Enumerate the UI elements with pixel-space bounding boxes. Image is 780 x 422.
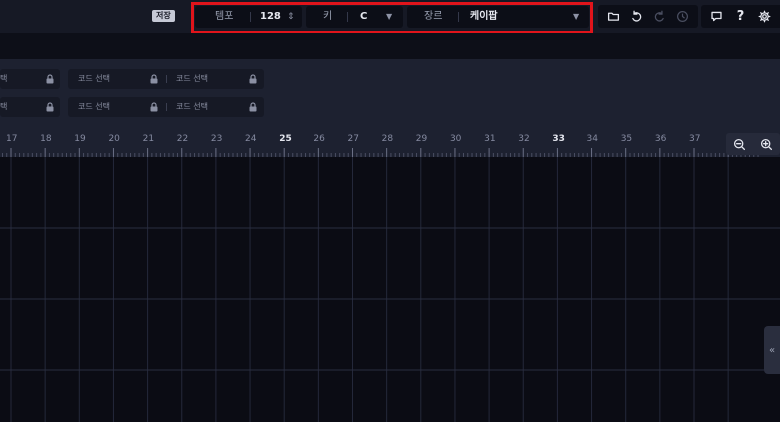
track-header-strip: [0, 33, 780, 59]
history-icon[interactable]: [675, 9, 691, 25]
piano-roll-grid[interactable]: [0, 157, 780, 422]
ruler-bar-number: 34: [586, 134, 598, 144]
ruler-bar-number: 29: [415, 134, 428, 144]
chord-slot-label: 코드 선택: [176, 74, 208, 83]
zoom-in-icon[interactable]: [760, 138, 773, 151]
ruler-bar-number: 27: [347, 134, 359, 144]
ruler-bar-number: 37: [689, 134, 701, 144]
key-control[interactable]: 키 C ▼: [306, 6, 403, 28]
genre-dropdown-icon[interactable]: ▼: [573, 6, 579, 28]
comment-icon[interactable]: [709, 9, 725, 25]
ruler-bar-number: 25: [279, 134, 292, 144]
ruler-bar-number: 26: [313, 134, 325, 144]
folder-icon[interactable]: [606, 9, 622, 25]
lock-icon[interactable]: [45, 74, 55, 84]
chord-slot-label: 코드 선택: [78, 102, 110, 111]
timeline-ruler[interactable]: 17 18 19 20 21 22 23 24 25 26 27 28 29 30 31 32 33 34 35 36…: [0, 127, 780, 157]
ruler-ticks: [1, 148, 759, 157]
redo-icon[interactable]: [652, 9, 668, 25]
help-icon[interactable]: ?: [732, 9, 748, 25]
top-toolbar: 저장 템포 128 ⇕ 키 C ▼ 장르 케이팝 ▼ ?: [0, 0, 780, 34]
chord-slot-label: 택: [0, 74, 8, 83]
genre-control[interactable]: 장르 케이팝 ▼: [407, 6, 589, 28]
lock-icon[interactable]: [248, 74, 258, 84]
tempo-divider: [250, 12, 251, 22]
chord-slot-pair[interactable]: 코드 선택 코드 선택: [68, 97, 264, 117]
genre-value[interactable]: 케이팝: [470, 6, 498, 28]
tempo-value[interactable]: 128: [260, 6, 281, 28]
song-settings-group: 템포 128 ⇕ 키 C ▼ 장르 케이팝 ▼: [193, 4, 591, 31]
genre-divider: [458, 12, 459, 22]
zoom-out-icon[interactable]: [733, 138, 746, 151]
save-button[interactable]: 저장: [152, 10, 175, 22]
chord-slot-label: 택: [0, 102, 8, 111]
side-panel-toggle[interactable]: «: [764, 326, 780, 374]
gear-icon[interactable]: [756, 9, 772, 25]
ruler-bar-number: 22: [176, 134, 189, 144]
chord-slot-pair[interactable]: 코드 선택 코드 선택: [68, 69, 264, 89]
chord-slot[interactable]: 택: [0, 97, 60, 117]
chord-slot-label: 코드 선택: [176, 102, 208, 111]
tempo-label: 템포: [215, 11, 234, 22]
help-tools: ?: [701, 5, 780, 28]
lock-icon[interactable]: [149, 102, 159, 112]
ruler-bar-number: 23: [210, 134, 223, 144]
ruler-bar-number: 35: [620, 134, 633, 144]
ruler-bar-number: 32: [518, 134, 530, 144]
ruler-bar-number: 20: [108, 134, 120, 144]
ruler-bar-number: 33: [552, 134, 565, 144]
ruler-bar-number: 31: [484, 134, 496, 144]
undo-icon[interactable]: [629, 9, 645, 25]
lock-icon[interactable]: [248, 102, 258, 112]
genre-label: 장르: [424, 11, 443, 22]
chord-divider: [166, 75, 167, 83]
zoom-controls: [726, 133, 780, 155]
tempo-stepper-icon[interactable]: ⇕: [287, 6, 295, 28]
ruler-bar-number: 28: [381, 134, 394, 144]
key-label: 키: [323, 11, 333, 22]
key-divider: [347, 12, 348, 22]
ruler-bar-number: 24: [245, 134, 257, 144]
chord-divider: [166, 103, 167, 111]
ruler-bar-number: 30: [449, 134, 462, 144]
ruler-bar-number: 17: [6, 134, 18, 144]
ruler-bar-number: 18: [40, 134, 52, 144]
edit-tools: [598, 5, 698, 28]
tempo-control[interactable]: 템포 128 ⇕: [195, 6, 302, 28]
lock-icon[interactable]: [149, 74, 159, 84]
ruler-bar-number: 21: [142, 134, 155, 144]
key-value[interactable]: C: [360, 6, 367, 28]
ruler-bar-number: 36: [654, 134, 667, 144]
chord-slot-label: 코드 선택: [78, 74, 110, 83]
ruler-bar-number: 19: [74, 134, 86, 144]
chord-slot[interactable]: 택: [0, 69, 60, 89]
chevron-double-left-icon: «: [768, 344, 776, 356]
chord-panel: 택 코드 선택 코드 선택 택 코드 선택 코드 선택: [0, 59, 780, 127]
key-dropdown-icon[interactable]: ▼: [386, 6, 392, 28]
lock-icon[interactable]: [45, 102, 55, 112]
